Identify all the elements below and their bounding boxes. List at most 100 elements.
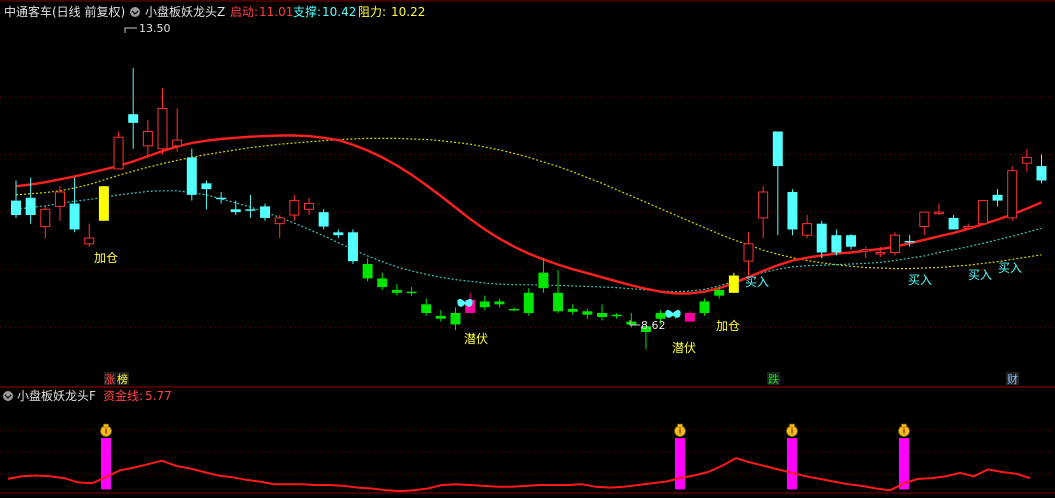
candle-body	[919, 211, 930, 228]
candle-body	[860, 249, 871, 252]
candle	[347, 229, 358, 264]
candle-body	[377, 278, 388, 288]
candle-body	[113, 136, 124, 170]
candle	[919, 211, 930, 236]
money-bag-icon	[674, 423, 686, 437]
candle-body	[54, 191, 65, 207]
money-bag-icon	[898, 423, 910, 437]
capital-bar	[101, 438, 111, 490]
candle-body	[597, 312, 607, 318]
candle	[377, 272, 388, 290]
candle-body	[772, 131, 783, 167]
candle	[860, 246, 871, 259]
candle	[245, 194, 256, 218]
money-bag-neck	[103, 423, 109, 428]
candle-body	[802, 223, 813, 236]
candle-body	[626, 321, 637, 325]
candle	[567, 304, 578, 315]
signal-mairu: 买入	[998, 261, 1022, 275]
event-tag-die[interactable]: 跌	[767, 372, 780, 386]
event-tag-cai[interactable]: 财	[1006, 372, 1019, 386]
candle	[890, 232, 900, 256]
stock-title: 中通客车(日线 前复权)	[4, 4, 125, 19]
candle	[84, 223, 95, 247]
money-bag-neck	[789, 423, 795, 428]
candle-body	[84, 237, 95, 245]
indicator-settings-icon[interactable]	[130, 7, 140, 17]
candle	[597, 304, 607, 321]
candle-body	[494, 301, 505, 305]
candle	[582, 308, 593, 319]
candle-body	[1036, 166, 1047, 181]
high-price-label: 13.50	[139, 22, 171, 35]
money-bag-icon	[786, 423, 798, 437]
candle	[230, 200, 241, 216]
candle-body	[933, 211, 944, 215]
candle-body	[611, 314, 622, 317]
candle	[333, 229, 344, 239]
candle-body	[1007, 170, 1018, 219]
low-price-label: 8.62	[641, 319, 666, 332]
candle	[186, 148, 197, 201]
candle-body	[347, 232, 358, 262]
candle-body	[904, 240, 915, 243]
candle-body	[98, 186, 109, 221]
candlesticks	[11, 68, 1047, 350]
candle	[421, 298, 432, 316]
candle	[216, 191, 227, 204]
candle	[977, 200, 988, 225]
candle	[289, 194, 300, 221]
candle-body	[172, 139, 183, 147]
candle-body	[435, 315, 446, 319]
candle	[1036, 154, 1047, 184]
candle-body	[186, 157, 197, 195]
candle-body	[875, 251, 886, 255]
candle	[509, 307, 520, 312]
candle-body	[948, 217, 959, 230]
candle-body	[714, 289, 725, 296]
capital-label: 资金线:	[103, 388, 143, 403]
candle-body	[816, 223, 827, 253]
candle-body	[992, 194, 1003, 201]
candle-body	[787, 191, 798, 230]
lower-header: 小盘板妖龙头F 资金线: 5.77	[3, 388, 172, 403]
resistance-label: 阻力:	[358, 5, 386, 19]
lower-pane	[7, 423, 1031, 493]
ma-cyan-line	[15, 190, 1042, 293]
event-tag-zhangting[interactable]: 涨 榜	[104, 372, 129, 386]
candle	[113, 131, 124, 170]
butterfly-icon	[457, 298, 473, 307]
candle	[494, 298, 505, 308]
chart-canvas: 中通客车(日线 前复权) 小盘板妖龙头Z 启动: 11.01 支撑: 10.42…	[0, 0, 1055, 494]
candle-body	[406, 291, 417, 294]
tag-cai-text: 财	[1007, 372, 1018, 386]
candle-body	[846, 235, 857, 247]
high-marker: 13.50	[124, 22, 171, 35]
signal-qianfu: 潜伏	[464, 332, 488, 346]
candle	[772, 131, 783, 236]
candle-body	[201, 183, 212, 190]
candle	[1007, 166, 1018, 221]
low-marker: 8.62	[629, 319, 666, 332]
upper-header: 中通客车(日线 前复权) 小盘板妖龙头Z 启动: 11.01 支撑: 10.42…	[4, 4, 425, 19]
candle-body	[318, 212, 329, 227]
candle-body	[831, 235, 842, 253]
candle-body	[274, 217, 285, 225]
candle	[362, 258, 373, 282]
candle	[992, 189, 1003, 207]
tag-bang-text: 榜	[117, 372, 128, 386]
candle	[933, 203, 944, 216]
candle	[948, 215, 959, 230]
candle-body	[567, 308, 578, 312]
indicator-settings-icon[interactable]	[3, 391, 13, 401]
start-label: 启动:	[230, 5, 258, 19]
candle-body	[142, 130, 153, 147]
candle-body	[538, 272, 549, 289]
candle-body	[333, 232, 344, 236]
candle-body	[69, 203, 80, 230]
candle	[538, 258, 549, 293]
signal-mairu: 买入	[745, 275, 769, 289]
candle	[743, 232, 754, 276]
candle	[406, 287, 417, 296]
capital-bar	[787, 438, 797, 490]
